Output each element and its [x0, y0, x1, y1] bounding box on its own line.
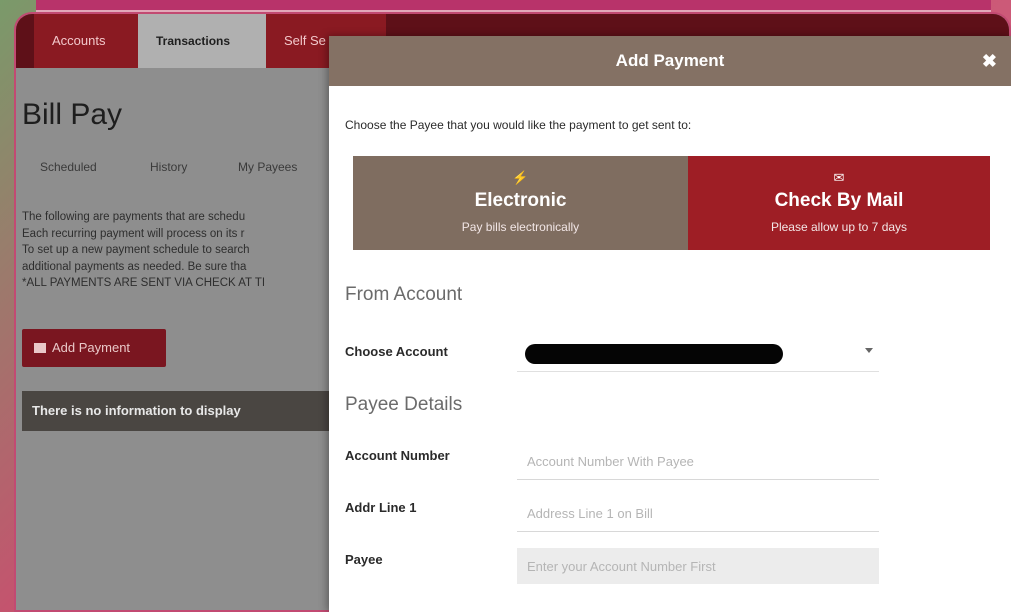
electronic-subtitle: Pay bills electronically [461, 220, 580, 234]
electronic-option[interactable]: ⚡ Electronic Pay bills electronically [353, 156, 688, 250]
check-by-mail-option[interactable]: ✉ Check By Mail Please allow up to 7 day… [688, 156, 990, 250]
add-payment-modal: Add Payment ✖ Choose the Payee that you … [329, 36, 1011, 612]
no-info-banner: There is no information to display [22, 391, 332, 431]
check-by-mail-subtitle: Please allow up to 7 days [770, 220, 908, 234]
calendar-icon [34, 343, 46, 353]
account-number-input[interactable] [517, 444, 879, 480]
addr-line-1-input[interactable] [517, 496, 879, 532]
add-payment-button[interactable]: Add Payment [22, 329, 166, 367]
lightning-icon: ⚡ [512, 170, 529, 185]
chevron-down-icon [865, 348, 873, 353]
payee-input[interactable] [517, 548, 879, 584]
check-by-mail-title: Check By Mail [774, 190, 904, 211]
page-title: Bill Pay [22, 98, 123, 131]
envelope-icon: ✉ [833, 170, 845, 185]
sub-tab-scheduled[interactable]: Scheduled [40, 160, 97, 174]
addr-line-1-label: Addr Line 1 [345, 500, 417, 515]
top-banner [36, 0, 991, 12]
modal-title: Add Payment [329, 36, 1011, 86]
electronic-title: Electronic [474, 190, 567, 211]
tab-transactions[interactable]: Transactions [138, 14, 266, 68]
bill-pay-description: The following are payments that are sche… [22, 211, 266, 289]
payee-details-heading: Payee Details [345, 394, 463, 415]
from-account-heading: From Account [345, 284, 463, 305]
sub-tab-my-payees[interactable]: My Payees [238, 160, 297, 174]
payee-label: Payee [345, 552, 383, 567]
redacted-account-value [525, 344, 783, 364]
choose-account-select[interactable] [517, 336, 879, 372]
tab-accounts[interactable]: Accounts [34, 14, 154, 68]
choose-payee-text: Choose the Payee that you would like the… [345, 118, 692, 132]
close-icon[interactable]: ✖ [982, 36, 997, 86]
choose-account-label: Choose Account [345, 344, 448, 359]
sub-tab-history[interactable]: History [150, 160, 187, 174]
account-number-label: Account Number [345, 448, 450, 463]
